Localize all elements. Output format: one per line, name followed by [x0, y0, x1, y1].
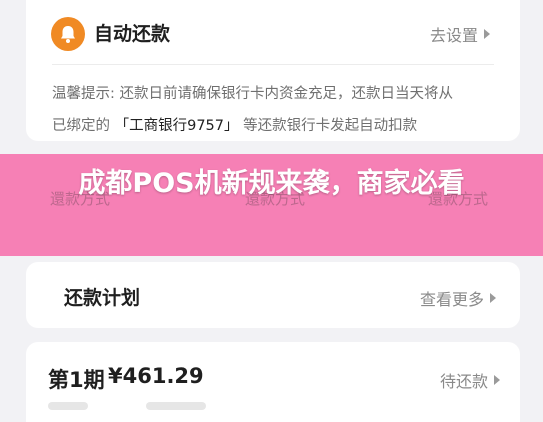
bell-icon	[51, 17, 85, 51]
pending-status[interactable]: 待还款	[440, 368, 500, 392]
headline-title: 成都POS机新规来袭，商家必看	[78, 168, 465, 199]
plan-title: 还款计划	[64, 287, 141, 309]
go-setup-link[interactable]: 去设置	[430, 22, 490, 46]
pending-label: 待还款	[439, 372, 488, 391]
divider	[52, 64, 494, 65]
tip-line-2-suffix: 等还款银行卡发起自动扣款	[238, 118, 418, 134]
tip-line-2: 已绑定的 「工商银行9757」 等还款银行卡发起自动扣款	[52, 110, 498, 142]
headline-banner: 還款方式 還款方式 還款方式 成都POS机新规来袭，商家必看	[0, 154, 543, 256]
chevron-right-icon	[484, 29, 490, 39]
autopay-tip: 温馨提示: 还款日前请确保银行卡内资金充足，还款日当天将从 已绑定的 「工商银行…	[52, 78, 498, 142]
period-card[interactable]: 第1期 ¥461.29 待还款	[26, 342, 520, 422]
view-more-label: 查看更多	[419, 290, 484, 309]
autopay-title: 自动还款	[94, 23, 171, 45]
truncated-text-placeholder	[146, 402, 206, 410]
repayment-plan-card: 还款计划 查看更多	[26, 262, 520, 328]
truncated-text-placeholder	[48, 402, 88, 410]
go-setup-label: 去设置	[429, 26, 478, 45]
period-amount: ¥461.29	[108, 364, 204, 388]
autopay-card: 自动还款 去设置 温馨提示: 还款日前请确保银行卡内资金充足，还款日当天将从 已…	[26, 0, 520, 141]
tip-line-1: 温馨提示: 还款日前请确保银行卡内资金充足，还款日当天将从	[52, 86, 453, 102]
period-label: 第1期	[48, 368, 105, 392]
tip-bank: 「工商银行9757」	[114, 118, 239, 134]
chevron-right-icon	[490, 293, 496, 303]
chevron-right-icon	[494, 375, 500, 385]
tip-line-2-prefix: 已绑定的	[52, 118, 115, 134]
view-more-link[interactable]: 查看更多	[420, 286, 496, 310]
